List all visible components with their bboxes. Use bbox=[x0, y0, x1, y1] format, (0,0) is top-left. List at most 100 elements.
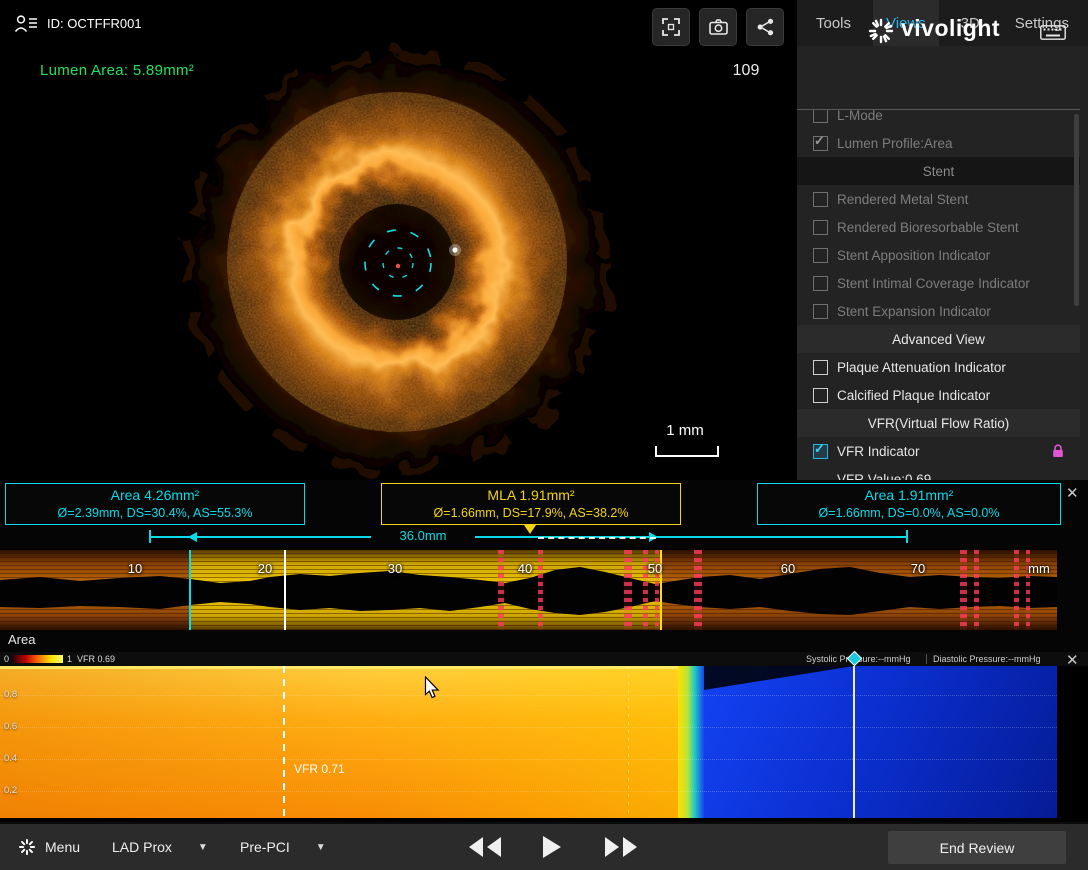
measurement-box-proximal[interactable]: Area 4.26mm² Ø=2.39mm, DS=30.4%, AS=55.3… bbox=[5, 483, 305, 525]
oct-cross-section-view[interactable]: ID: OCTFFR001 Lumen Area: 5.89mm² 109 bbox=[0, 0, 797, 480]
option-l-mode[interactable]: L-Mode bbox=[797, 109, 1080, 129]
option-lumen-profile-area[interactable]: ✓ Lumen Profile:Area bbox=[797, 129, 1080, 157]
vfr-colormap[interactable]: 0.8 0.6 0.4 0.2 VFR 0.71 bbox=[0, 666, 1057, 818]
checkbox[interactable] bbox=[813, 220, 828, 235]
option-rendered-metal-stent[interactable]: Rendered Metal Stent bbox=[797, 185, 1080, 213]
ruler-tick: 30 bbox=[382, 561, 408, 576]
frame-number: 109 bbox=[724, 62, 768, 80]
ruler-tick: 70 bbox=[905, 561, 931, 576]
stent-marker bbox=[974, 550, 979, 630]
vessel-longitudinal-view[interactable]: 10 20 30 40 50 60 70 mm bbox=[0, 550, 1057, 630]
share-icon bbox=[757, 18, 774, 36]
vivolight-starburst-icon bbox=[867, 17, 895, 45]
lumen-profile-panel: Area 4.26mm² Ø=2.39mm, DS=30.4%, AS=55.3… bbox=[0, 480, 1088, 652]
gridline bbox=[0, 695, 1057, 696]
end-review-button[interactable]: End Review bbox=[888, 831, 1066, 864]
checkbox-checked[interactable]: ✓ bbox=[813, 444, 828, 459]
patient-id: ID: OCTFFR001 bbox=[47, 16, 142, 31]
tab-tools[interactable]: Tools bbox=[803, 0, 864, 46]
ruler-tick: 50 bbox=[642, 561, 668, 576]
option-vfr-indicator[interactable]: ✓ VFR Indicator bbox=[797, 437, 1080, 465]
vfr-header-strip: 0 1 VFR 0.69 Systolic Pressure:--mmHg Di… bbox=[0, 652, 1088, 666]
snapshot-button[interactable] bbox=[699, 8, 737, 46]
measurement-box-distal[interactable]: Area 1.91mm² Ø=1.66mm, DS=0.0%, AS=0.0% bbox=[757, 483, 1061, 525]
checkbox[interactable] bbox=[813, 360, 828, 375]
patient-profile-icon bbox=[14, 14, 38, 33]
fullscreen-button[interactable] bbox=[652, 8, 690, 46]
checkbox-checked[interactable]: ✓ bbox=[813, 136, 828, 151]
vivolight-brand: vivolight bbox=[901, 15, 1000, 42]
vfr-color-scale bbox=[13, 655, 63, 663]
ruler-tick: 10 bbox=[122, 561, 148, 576]
mouse-cursor bbox=[424, 676, 442, 699]
lumen-area-readout: Lumen Area: 5.89mm² bbox=[40, 62, 194, 79]
option-stent-apposition-indicator[interactable]: Stent Apposition Indicator bbox=[797, 241, 1080, 269]
mla-position-marker[interactable] bbox=[524, 525, 536, 534]
gridline bbox=[0, 727, 1057, 728]
bottom-toolbar: Menu LAD Prox ▼ Pre-PCI ▼ End bbox=[0, 822, 1088, 870]
stent-marker bbox=[538, 550, 543, 630]
vfr-current-value: VFR 0.69 bbox=[77, 654, 115, 664]
profile-close-button[interactable]: ✕ bbox=[1066, 486, 1079, 501]
vfr-ytick: 0.8 bbox=[4, 689, 17, 700]
vfr-ytick: 0.4 bbox=[4, 753, 17, 764]
option-stent-intimal-coverage-indicator[interactable]: Stent Intimal Coverage Indicator bbox=[797, 269, 1080, 297]
gridline bbox=[0, 759, 1057, 760]
diastolic-pressure: Diastolic Pressure:--mmHg bbox=[926, 654, 1041, 664]
vfr-close-button[interactable]: ✕ bbox=[1066, 653, 1079, 668]
current-frame-line[interactable] bbox=[284, 550, 286, 630]
keyboard-icon[interactable] bbox=[1040, 25, 1066, 40]
rewind-icon bbox=[463, 834, 507, 860]
stent-marker bbox=[624, 550, 632, 630]
scale-min: 0 bbox=[4, 654, 9, 664]
checkbox[interactable] bbox=[813, 109, 828, 123]
checkbox[interactable] bbox=[813, 276, 828, 291]
vessel-select[interactable]: LAD Prox ▼ bbox=[112, 824, 208, 870]
vfr-transition-region bbox=[678, 666, 704, 818]
gridline bbox=[0, 791, 1057, 792]
fast-forward-icon bbox=[599, 834, 643, 860]
vfr-value-readout: VFR Value:0.69 bbox=[797, 465, 1080, 480]
stent-marker bbox=[1014, 550, 1019, 630]
pressure-marker-line[interactable] bbox=[853, 666, 855, 818]
chevron-down-icon: ▼ bbox=[316, 842, 326, 853]
sidebar: vivolight Tools Views 3D Settings L-Mode bbox=[797, 0, 1088, 480]
option-calcified-plaque-indicator[interactable]: Calcified Plaque Indicator bbox=[797, 381, 1080, 409]
patient-id-row: ID: OCTFFR001 bbox=[14, 14, 142, 33]
ruler-unit: mm bbox=[1026, 561, 1052, 576]
rewind-button[interactable] bbox=[458, 824, 512, 870]
checkbox[interactable] bbox=[813, 304, 828, 319]
option-rendered-bioresorbable-stent[interactable]: Rendered Bioresorbable Stent bbox=[797, 213, 1080, 241]
option-plaque-attenuation-indicator[interactable]: Plaque Attenuation Indicator bbox=[797, 353, 1080, 381]
stent-marker bbox=[498, 550, 504, 630]
play-icon bbox=[538, 834, 564, 860]
stent-marker bbox=[960, 550, 967, 630]
span-right-tick bbox=[906, 530, 908, 543]
camera-icon bbox=[709, 19, 728, 35]
checkbox[interactable] bbox=[813, 248, 828, 263]
fullscreen-icon bbox=[662, 18, 680, 36]
measurement-box-mla[interactable]: MLA 1.91mm² Ø=1.66mm, DS=17.9%, AS=38.2% bbox=[381, 483, 681, 525]
segment-start-line[interactable] bbox=[189, 550, 191, 630]
vfr-marker-label: VFR 0.71 bbox=[294, 762, 345, 776]
span-arrow-left bbox=[188, 532, 197, 542]
option-stent-expansion-indicator[interactable]: Stent Expansion Indicator bbox=[797, 297, 1080, 325]
chevron-down-icon: ▼ bbox=[198, 842, 208, 853]
menu-button[interactable]: Menu bbox=[8, 824, 90, 870]
section-header-vfr: VFR(Virtual Flow Ratio) bbox=[797, 409, 1080, 437]
vfr-ytick: 0.2 bbox=[4, 785, 17, 796]
sidebar-scrollbar[interactable] bbox=[1074, 114, 1079, 306]
phase-select[interactable]: Pre-PCI ▼ bbox=[240, 824, 326, 870]
scale-max: 1 bbox=[67, 654, 72, 664]
area-axis-label: Area bbox=[8, 632, 35, 647]
vfr-position-line[interactable] bbox=[283, 666, 285, 818]
checkbox[interactable] bbox=[813, 192, 828, 207]
ruler-tick: 60 bbox=[775, 561, 801, 576]
play-button[interactable] bbox=[530, 824, 572, 870]
checkbox[interactable] bbox=[813, 388, 828, 403]
section-header-advanced-view: Advanced View bbox=[797, 325, 1080, 353]
menu-icon bbox=[18, 838, 36, 856]
share-button[interactable] bbox=[746, 8, 784, 46]
fast-forward-button[interactable] bbox=[594, 824, 648, 870]
app-root: ID: OCTFFR001 Lumen Area: 5.89mm² 109 bbox=[0, 0, 1088, 870]
